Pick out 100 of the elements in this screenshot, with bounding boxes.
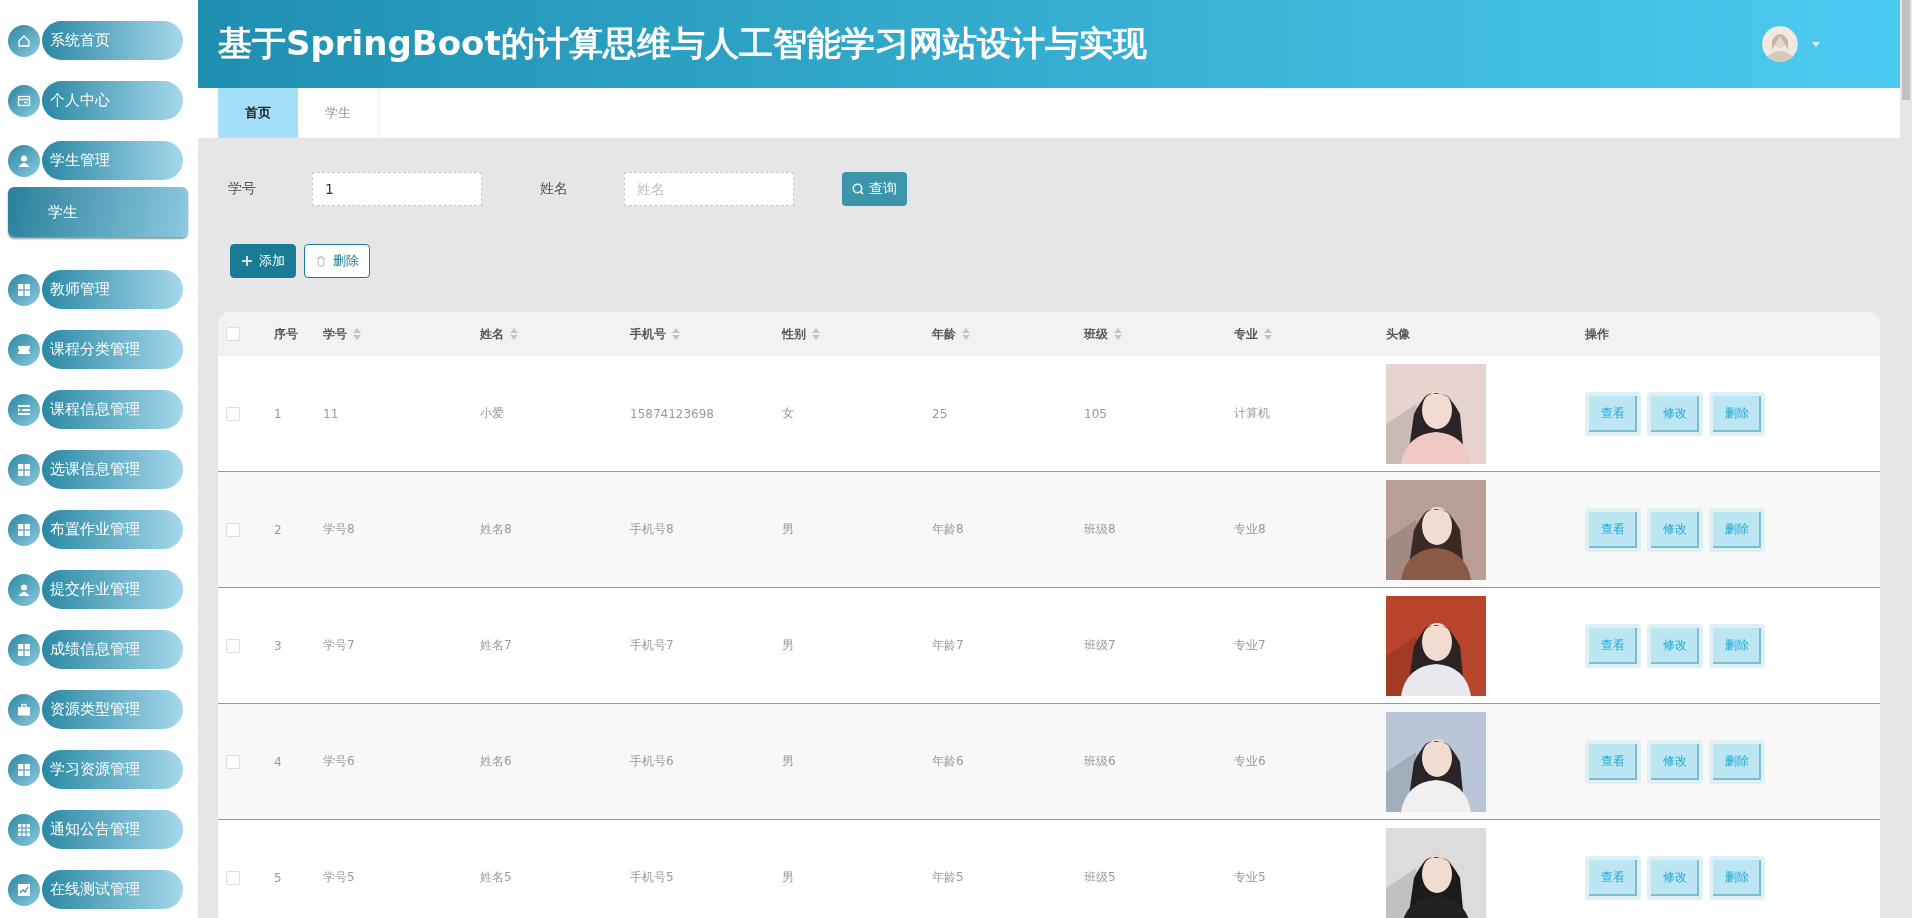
add-button[interactable]: 添加 <box>230 244 296 278</box>
row-action-button[interactable]: 查看 <box>1585 507 1641 552</box>
menu-icon-badge[interactable] <box>8 393 40 426</box>
menu-icon-badge[interactable] <box>8 813 40 846</box>
row-action-button[interactable]: 删除 <box>1709 391 1765 436</box>
caret-icon[interactable] <box>1812 41 1820 47</box>
menu-item[interactable]: 学习资源管理 <box>42 750 183 789</box>
column-header[interactable]: 操作 <box>1585 325 1609 343</box>
column-header[interactable]: 性别 <box>782 325 806 343</box>
sort-icon[interactable] <box>672 328 680 340</box>
table-icon <box>16 821 32 838</box>
row-action-button[interactable]: 删除 <box>1709 623 1765 668</box>
field-label: 学号 <box>227 180 257 198</box>
row-action-button[interactable]: 删除 <box>1709 507 1765 552</box>
menu-item[interactable]: 教师管理 <box>42 270 183 309</box>
checkbox[interactable] <box>226 522 240 537</box>
table-cell: 学号8 <box>323 521 355 538</box>
row-action-button[interactable]: 修改 <box>1647 855 1703 900</box>
menu-item[interactable]: 系统首页 <box>42 21 183 60</box>
menu-item[interactable]: 个人中心 <box>42 81 183 120</box>
row-action-button[interactable]: 查看 <box>1585 855 1641 900</box>
sort-icon[interactable] <box>1114 328 1122 340</box>
menu-icon-badge[interactable] <box>8 753 40 786</box>
menu-icon-badge[interactable] <box>8 693 40 726</box>
table-cell: 学号6 <box>323 753 355 770</box>
menu-item[interactable]: 课程信息管理 <box>42 390 183 429</box>
menu-item[interactable]: 在线测试管理 <box>42 870 183 909</box>
tab[interactable]: 首页 <box>218 88 298 138</box>
row-action-button[interactable]: 修改 <box>1647 507 1703 552</box>
row-action-button[interactable]: 删除 <box>1709 855 1765 900</box>
grid-icon <box>16 461 32 478</box>
table-cell: 学号7 <box>323 637 355 654</box>
chart-icon <box>16 881 32 898</box>
menu-icon-badge[interactable] <box>8 273 40 306</box>
column-header[interactable]: 姓名 <box>480 325 504 343</box>
checkbox[interactable] <box>226 406 240 421</box>
menu-item[interactable]: 资源类型管理 <box>42 690 183 729</box>
menu-item[interactable]: 课程分类管理 <box>42 330 183 369</box>
row-action-button[interactable]: 删除 <box>1709 739 1765 784</box>
menu-icon-badge[interactable] <box>8 453 40 486</box>
menu-item[interactable]: 通知公告管理 <box>42 810 183 849</box>
table-cell: 姓名6 <box>480 753 512 770</box>
table-cell: 4 <box>274 754 282 769</box>
row-action-button[interactable]: 修改 <box>1647 623 1703 668</box>
column-header[interactable]: 学号 <box>323 325 347 343</box>
table-cell: 2 <box>274 522 282 537</box>
checkbox[interactable] <box>226 638 240 653</box>
menu-icon-badge[interactable] <box>8 24 40 57</box>
menu-icon-badge[interactable] <box>8 633 40 666</box>
menu-icon-badge[interactable] <box>8 333 40 366</box>
user-avatar[interactable] <box>1762 26 1798 62</box>
search-icon <box>852 183 864 195</box>
column-header[interactable]: 班级 <box>1084 325 1108 343</box>
row-action-button[interactable]: 查看 <box>1585 623 1641 668</box>
menu-icon-badge[interactable] <box>8 84 40 117</box>
menu-icon-badge[interactable] <box>8 513 40 546</box>
sort-icon[interactable] <box>1264 328 1272 340</box>
submenu-item[interactable]: 学生 <box>8 187 188 237</box>
checkbox[interactable] <box>226 327 240 341</box>
menu-item[interactable]: 成绩信息管理 <box>42 630 183 669</box>
menu-item[interactable]: 提交作业管理 <box>42 570 183 609</box>
table-cell: 班级5 <box>1084 869 1116 886</box>
table-cell: 年龄6 <box>932 753 964 770</box>
menu-icon-badge[interactable] <box>8 873 40 906</box>
checkbox[interactable] <box>226 870 240 885</box>
grid-icon <box>16 761 32 778</box>
input-field[interactable]: 姓名 <box>624 172 794 206</box>
column-header[interactable]: 年龄 <box>932 325 956 343</box>
search-button[interactable]: 查询 <box>842 172 907 206</box>
scrollbar[interactable] <box>1900 0 1912 918</box>
row-action-button[interactable]: 修改 <box>1647 739 1703 784</box>
table-cell: 男 <box>782 753 794 770</box>
table-cell: 3 <box>274 638 282 653</box>
row-action-button[interactable]: 查看 <box>1585 739 1641 784</box>
checkbox[interactable] <box>226 754 240 769</box>
table-cell: 25 <box>932 406 948 421</box>
row-action-button[interactable]: 查看 <box>1585 391 1641 436</box>
menu-item[interactable]: 学生管理 <box>42 141 183 180</box>
menu-item[interactable]: 布置作业管理 <box>42 510 183 549</box>
column-header[interactable]: 序号 <box>274 325 298 343</box>
table-cell: 班级6 <box>1084 753 1116 770</box>
sort-icon[interactable] <box>812 328 820 340</box>
sort-icon[interactable] <box>962 328 970 340</box>
table-cell: 男 <box>782 637 794 654</box>
sort-icon[interactable] <box>353 328 361 340</box>
row-action-button[interactable]: 修改 <box>1647 391 1703 436</box>
column-header[interactable]: 头像 <box>1386 325 1410 343</box>
grid-icon <box>16 641 32 658</box>
table-cell: 班级7 <box>1084 637 1116 654</box>
menu-icon-badge[interactable] <box>8 144 40 177</box>
delete-button[interactable]: 删除 <box>304 244 370 278</box>
table-cell: 学号5 <box>323 869 355 886</box>
menu-icon-badge[interactable] <box>8 573 40 606</box>
column-header[interactable]: 手机号 <box>630 325 666 343</box>
table-cell: 1 <box>274 406 282 421</box>
sort-icon[interactable] <box>510 328 518 340</box>
column-header[interactable]: 专业 <box>1234 325 1258 343</box>
table-cell: 年龄7 <box>932 637 964 654</box>
input-field[interactable]: 1 <box>312 172 482 206</box>
menu-item[interactable]: 选课信息管理 <box>42 450 183 489</box>
